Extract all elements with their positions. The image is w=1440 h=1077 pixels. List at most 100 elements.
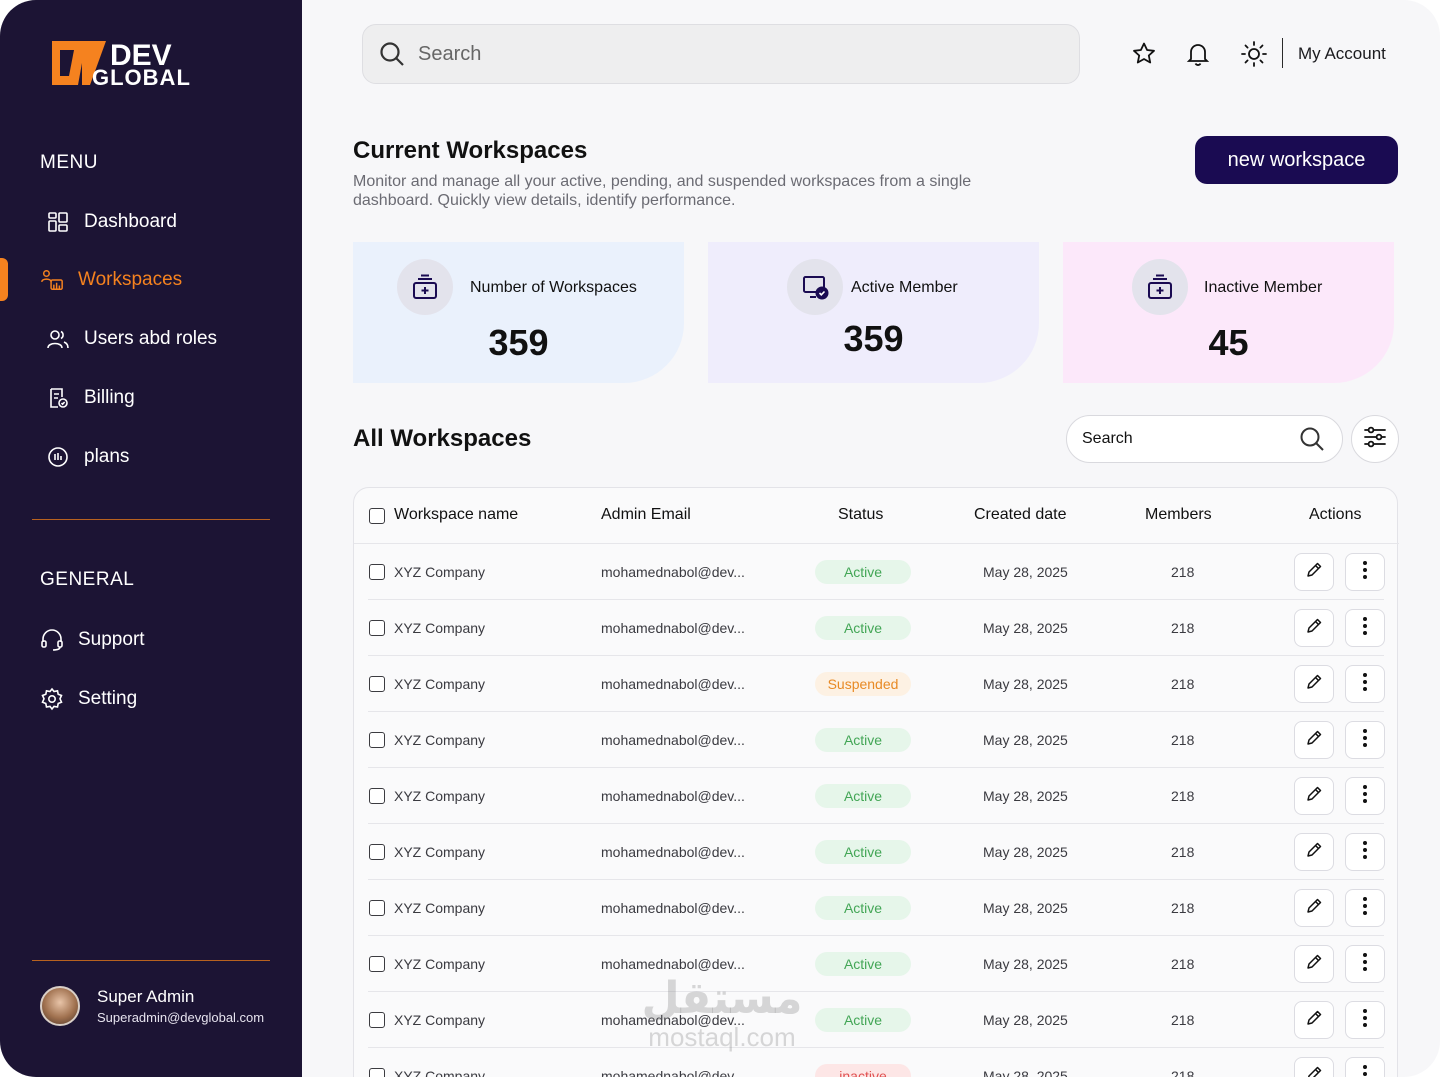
column-header[interactable]: Workspace name	[394, 506, 518, 524]
table-row[interactable]: XYZ Company mohamednabol@dev... Active May …	[368, 600, 1385, 656]
created-date: May 28, 2025	[983, 788, 1068, 804]
more-options-button[interactable]	[1345, 833, 1385, 871]
select-all-checkbox[interactable]	[369, 508, 385, 524]
more-options-button[interactable]	[1345, 665, 1385, 703]
sidebar-item-label: Dashboard	[84, 211, 177, 232]
pencil-icon	[1305, 785, 1323, 808]
table-row[interactable]: XYZ Company mohamednabol@dev... inactive Ma…	[368, 1048, 1385, 1077]
status-badge: Active	[815, 840, 911, 864]
members-count: 218	[1171, 1068, 1195, 1077]
table-row[interactable]: XYZ Company mohamednabol@dev... Active May …	[368, 936, 1385, 992]
column-header[interactable]: Status	[838, 506, 883, 524]
global-search-bar[interactable]	[362, 24, 1080, 84]
row-checkbox[interactable]	[369, 676, 385, 692]
user-profile[interactable]: Super Admin Superadmin@devglobal.com	[40, 986, 264, 1026]
column-header[interactable]: Admin Email	[601, 506, 691, 524]
more-vertical-icon	[1362, 1064, 1368, 1077]
row-checkbox[interactable]	[369, 732, 385, 748]
edit-button[interactable]	[1294, 833, 1334, 871]
more-vertical-icon	[1362, 1008, 1368, 1033]
stat-value: 359	[488, 322, 549, 363]
more-options-button[interactable]	[1345, 721, 1385, 759]
edit-button[interactable]	[1294, 721, 1334, 759]
row-checkbox[interactable]	[369, 1012, 385, 1028]
users-icon	[46, 327, 70, 351]
bell-icon[interactable]	[1184, 40, 1212, 68]
sidebar-item-users[interactable]: Users abd roles	[0, 317, 302, 361]
sidebar-item-plans[interactable]: plans	[0, 435, 302, 479]
workspace-name: XYZ Company	[394, 956, 486, 972]
filter-button[interactable]	[1351, 415, 1399, 463]
my-account-link[interactable]: My Account	[1298, 44, 1386, 64]
members-count: 218	[1171, 732, 1195, 748]
edit-button[interactable]	[1294, 945, 1334, 983]
row-checkbox[interactable]	[369, 788, 385, 804]
more-options-button[interactable]	[1345, 1001, 1385, 1039]
created-date: May 28, 2025	[983, 676, 1068, 692]
members-count: 218	[1171, 956, 1195, 972]
created-date: May 28, 2025	[983, 844, 1068, 860]
stat-title: Number of Workspaces	[470, 279, 637, 296]
search-icon	[378, 40, 406, 68]
more-vertical-icon	[1362, 784, 1368, 809]
more-options-button[interactable]	[1345, 553, 1385, 591]
table-row[interactable]: XYZ Company mohamednabol@dev... Active May …	[368, 992, 1385, 1048]
row-checkbox[interactable]	[369, 956, 385, 972]
status-badge: Active	[815, 896, 911, 920]
svg-text:GLOBAL: GLOBAL	[92, 65, 191, 88]
row-checkbox[interactable]	[369, 844, 385, 860]
edit-button[interactable]	[1294, 609, 1334, 647]
edit-button[interactable]	[1294, 553, 1334, 591]
edit-button[interactable]	[1294, 665, 1334, 703]
row-checkbox[interactable]	[369, 620, 385, 636]
search-icon[interactable]	[1298, 425, 1326, 453]
members-count: 218	[1171, 900, 1195, 916]
sidebar-item-setting[interactable]: Setting	[0, 677, 302, 721]
table-row[interactable]: XYZ Company mohamednabol@dev... Active May …	[368, 824, 1385, 880]
table-row[interactable]: XYZ Company mohamednabol@dev... Active May …	[368, 880, 1385, 936]
more-vertical-icon	[1362, 728, 1368, 753]
sidebar-divider	[32, 519, 270, 520]
edit-button[interactable]	[1294, 1057, 1334, 1077]
pencil-icon	[1305, 1065, 1323, 1077]
table-search-input[interactable]	[1082, 430, 1292, 448]
more-options-button[interactable]	[1345, 889, 1385, 927]
edit-button[interactable]	[1294, 889, 1334, 927]
created-date: May 28, 2025	[983, 956, 1068, 972]
row-checkbox[interactable]	[369, 1068, 385, 1077]
sidebar-item-workspaces[interactable]: Workspaces	[0, 258, 302, 302]
sliders-icon	[1362, 424, 1388, 455]
edit-button[interactable]	[1294, 777, 1334, 815]
table-row[interactable]: XYZ Company mohamednabol@dev... Active May …	[368, 712, 1385, 768]
more-vertical-icon	[1362, 560, 1368, 585]
brand-logo[interactable]: DEV GLOBAL	[52, 38, 222, 90]
monitor-check-icon	[787, 259, 843, 315]
column-header[interactable]: Members	[1145, 506, 1212, 524]
pencil-icon	[1305, 897, 1323, 920]
row-checkbox[interactable]	[369, 900, 385, 916]
workspace-name: XYZ Company	[394, 788, 486, 804]
table-row[interactable]: XYZ Company mohamednabol@dev... Active May …	[368, 544, 1385, 600]
billing-icon	[46, 386, 70, 410]
table-row[interactable]: XYZ Company mohamednabol@dev... Suspended M…	[368, 656, 1385, 712]
sidebar-item-billing[interactable]: Billing	[0, 376, 302, 420]
table-row[interactable]: XYZ Company mohamednabol@dev... Active May …	[368, 768, 1385, 824]
more-options-button[interactable]	[1345, 945, 1385, 983]
sun-icon[interactable]	[1240, 40, 1268, 68]
row-checkbox[interactable]	[369, 564, 385, 580]
more-options-button[interactable]	[1345, 777, 1385, 815]
more-options-button[interactable]	[1345, 1057, 1385, 1077]
sidebar-item-dashboard[interactable]: Dashboard	[0, 200, 302, 244]
headset-icon	[40, 628, 64, 652]
column-header[interactable]: Created date	[974, 506, 1067, 524]
star-icon[interactable]	[1130, 40, 1158, 68]
more-options-button[interactable]	[1345, 609, 1385, 647]
stat-title: Active Member	[851, 279, 958, 296]
sidebar-item-support[interactable]: Support	[0, 618, 302, 662]
global-search-input[interactable]	[418, 42, 1018, 66]
admin-email: mohamednabol@dev...	[601, 900, 745, 916]
edit-button[interactable]	[1294, 1001, 1334, 1039]
table-search-bar[interactable]	[1066, 415, 1343, 463]
more-vertical-icon	[1362, 616, 1368, 641]
new-workspace-button[interactable]: new workspace	[1195, 136, 1398, 184]
